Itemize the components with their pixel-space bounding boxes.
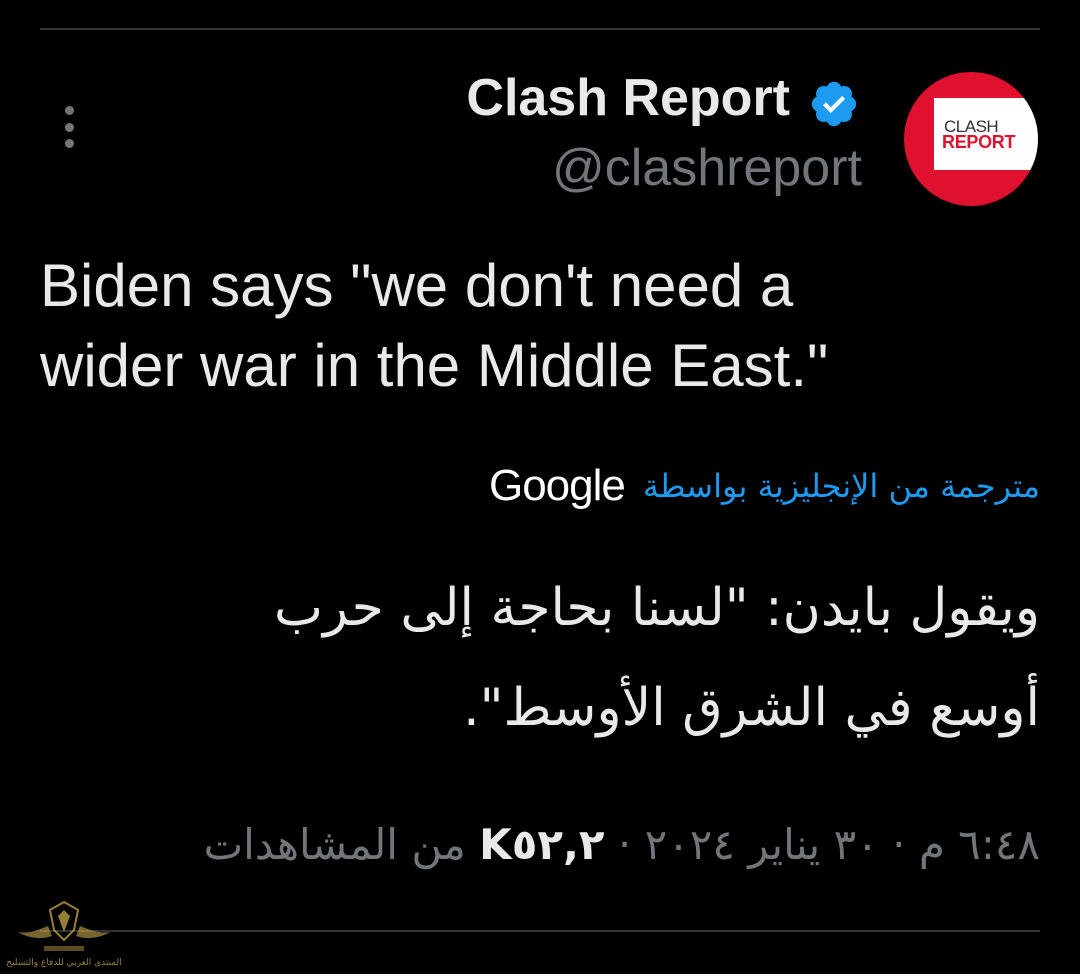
author-handle[interactable]: @clashreport — [552, 138, 862, 198]
top-divider — [40, 28, 1040, 30]
more-options-icon[interactable] — [56, 104, 82, 150]
translated-tweet-text: ويقول بايدن: "لسنا بحاجة إلى حرب أوسع في… — [274, 578, 1040, 738]
more-dot — [64, 139, 74, 148]
views-label: من المشاهدات — [203, 820, 466, 869]
meta-separator: · — [892, 820, 906, 869]
more-dot — [64, 122, 74, 132]
watermark-emblem-icon — [18, 900, 110, 951]
avatar-logo-line2: REPORT — [942, 132, 1016, 152]
tweet-meta: ٦:٤٨ م · ٣٠ يناير ٢٠٢٤ · K٥٢,٢ من المشاه… — [40, 820, 1040, 886]
author-display-name[interactable]: Clash Report — [466, 68, 790, 128]
more-dot — [64, 106, 74, 115]
verified-badge-icon — [811, 81, 857, 127]
forum-watermark: المنتدى العربي للدفاع والتسليح — [4, 896, 124, 972]
author-avatar[interactable]: CLASH REPORT — [904, 72, 1038, 206]
tweet-date[interactable]: ٣٠ يناير ٢٠٢٤ — [645, 820, 879, 869]
meta-separator: · — [617, 820, 632, 869]
google-logo: Google — [488, 461, 626, 510]
tweet-time[interactable]: ٦:٤٨ م — [919, 820, 1040, 869]
views-count[interactable]: K٥٢,٢ — [479, 820, 604, 869]
tweet-text: Biden says "we don't need a wider war in… — [40, 252, 829, 399]
watermark-text: المنتدى العربي للدفاع والتسليح — [6, 958, 122, 968]
bottom-divider — [40, 930, 1040, 932]
translated-by-label[interactable]: مترجمة من الإنجليزية بواسطة — [643, 467, 1040, 505]
translation-attribution[interactable]: Google مترجمة من الإنجليزية بواسطة — [292, 456, 1040, 516]
